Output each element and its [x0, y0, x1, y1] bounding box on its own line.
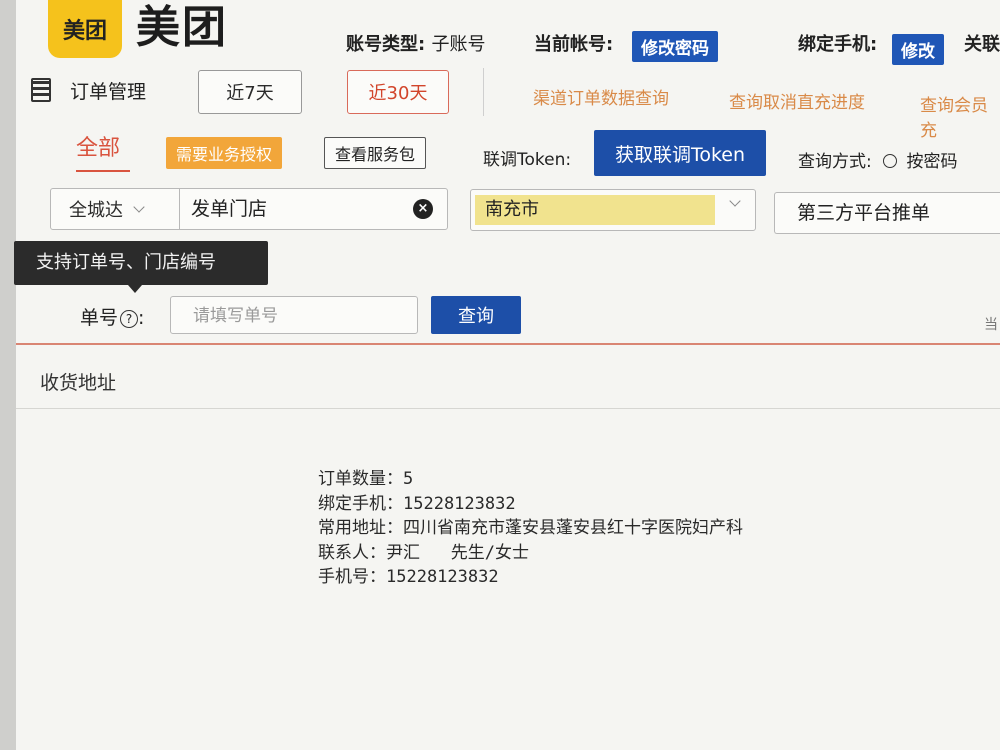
- tab-all[interactable]: 全部: [76, 130, 120, 162]
- token-label: 联调Token:: [483, 150, 572, 170]
- last-30-days-label: 近30天: [368, 83, 428, 104]
- header-divider: [16, 408, 1000, 409]
- chevron-down-icon: [729, 195, 741, 207]
- account-type-label: 账号类型:: [346, 34, 426, 55]
- last-7-days-button[interactable]: 近7天: [198, 70, 302, 114]
- region-select[interactable]: 南充市: [470, 189, 756, 231]
- order-count: 订单数量：5: [318, 469, 414, 489]
- help-icon[interactable]: ?: [120, 310, 139, 328]
- tab-active-indicator: [76, 170, 130, 172]
- screen-edge: [0, 0, 16, 750]
- view-package-button[interactable]: 查看服务包: [324, 137, 427, 169]
- query-mode-option[interactable]: 按密码: [907, 152, 958, 172]
- bound-phone: 绑定手机：15228123832: [318, 493, 516, 514]
- need-auth-button[interactable]: 需要业务授权: [166, 137, 283, 169]
- right-hint: 当: [984, 317, 998, 333]
- menu-icon: [31, 78, 51, 102]
- divider: [483, 68, 484, 116]
- order-number-label: 单号?:: [80, 307, 145, 329]
- city-scope-select[interactable]: 全城达: [51, 189, 180, 229]
- clear-icon[interactable]: ×: [413, 199, 433, 219]
- account-type-value: 子账号: [431, 34, 486, 55]
- change-password-button[interactable]: 修改密码: [632, 31, 718, 62]
- radio-icon[interactable]: [883, 154, 898, 168]
- chevron-down-icon: [133, 200, 145, 213]
- tooltip: 支持订单号、门店编号: [14, 241, 268, 285]
- tooltip-arrow: [128, 285, 142, 293]
- cancel-topup-progress-link[interactable]: 查询取消直充进度: [729, 88, 865, 113]
- modify-phone-button[interactable]: 修改: [892, 34, 944, 65]
- query-mode-label: 查询方式:: [798, 152, 872, 172]
- city-store-filter: 全城达 发单门店 ×: [50, 188, 448, 230]
- get-token-button[interactable]: 获取联调Token: [594, 130, 766, 176]
- order-management-title[interactable]: 订单管理: [70, 77, 146, 104]
- member-topup-query-link[interactable]: 查询会员充: [920, 91, 1000, 141]
- page: 美团 美团 账号类型: 子账号 当前帐号: 修改密码 绑定手机: 修改 关联 订…: [14, 0, 1000, 750]
- order-detail: 订单数量：5 绑定手机：15228123832 常用地址：四川省南充市蓬安县蓬安…: [318, 467, 743, 590]
- order-number-input[interactable]: 请填写单号: [170, 296, 418, 334]
- brand-logo: 美团: [136, 2, 228, 53]
- contact-person: 联系人：尹汇 先生/女士: [318, 542, 529, 563]
- last-7-days-label: 近7天: [226, 83, 274, 104]
- region-value: 南充市: [485, 199, 539, 220]
- store-input[interactable]: 发单门店: [191, 189, 267, 229]
- platform-value: 第三方平台推单: [797, 202, 931, 224]
- platform-select[interactable]: 第三方平台推单: [774, 192, 1000, 234]
- channel-order-query-link[interactable]: 渠道订单数据查询: [533, 84, 669, 109]
- associate-link[interactable]: 关联: [964, 30, 1000, 56]
- address-column-header: 收货地址: [40, 372, 117, 394]
- bind-phone-label: 绑定手机:: [798, 34, 878, 55]
- contact-phone: 手机号：15228123832: [318, 567, 499, 587]
- query-mode: 查询方式: 按密码: [798, 147, 958, 172]
- current-account-label: 当前帐号:: [534, 34, 614, 55]
- brand-badge: 美团: [48, 0, 122, 58]
- order-number-label-text: 单号: [80, 307, 119, 329]
- search-button[interactable]: 查询: [431, 296, 521, 334]
- section-divider: [16, 343, 1000, 345]
- last-30-days-button[interactable]: 近30天: [347, 70, 449, 114]
- account-type: 账号类型: 子账号: [346, 30, 485, 56]
- brand-badge-text: 美团: [62, 19, 107, 44]
- common-address: 常用地址：四川省南充市蓬安县蓬安县红十字医院妇产科: [318, 518, 743, 538]
- city-scope-value: 全城达: [69, 200, 123, 221]
